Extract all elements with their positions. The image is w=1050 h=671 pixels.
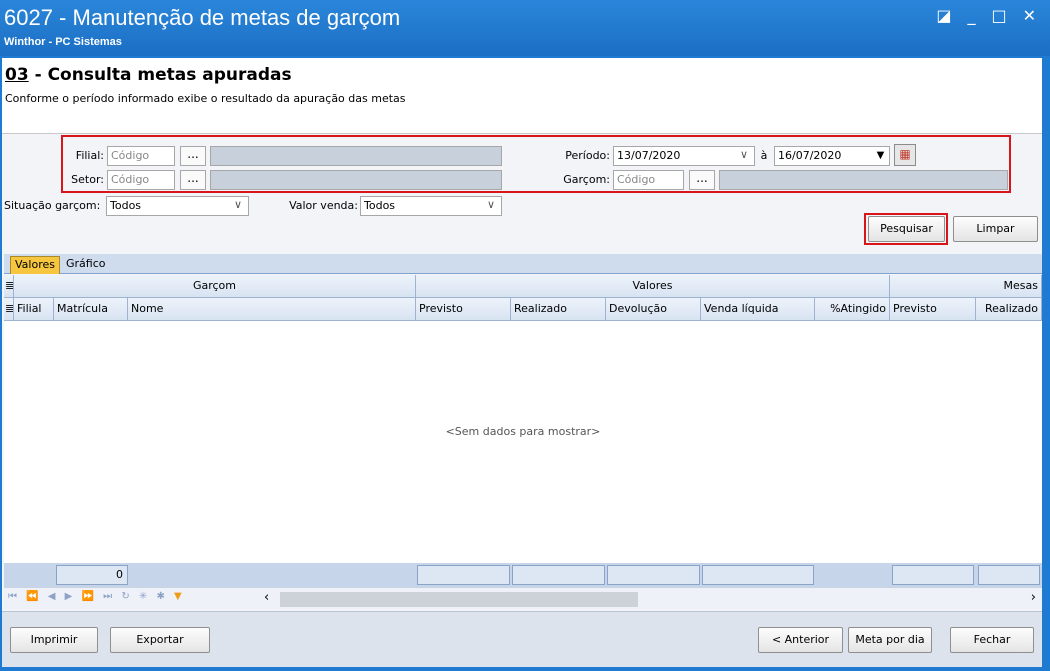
- scroll-left-arrow[interactable]: ‹: [264, 590, 269, 605]
- col-valores-previsto[interactable]: Previsto: [416, 298, 511, 321]
- setor-code-input[interactable]: Código: [107, 170, 175, 190]
- grid-band-header: ≣ Garçom Valores Mesas: [4, 275, 1042, 298]
- tab-grafico[interactable]: Gráfico: [62, 256, 110, 274]
- step-title-text: - Consulta metas apuradas: [28, 65, 292, 85]
- window-title: 6027 - Manutenção de metas de garçom: [4, 5, 401, 30]
- garcom-label: Garçom:: [563, 173, 610, 186]
- scroll-right-arrow[interactable]: ›: [1031, 590, 1036, 605]
- empty-grid-message: <Sem dados para mostrar>: [445, 425, 601, 438]
- exportar-button[interactable]: Exportar: [110, 627, 210, 653]
- col-mesas-previsto[interactable]: Previsto: [890, 298, 976, 321]
- horizontal-scroll-thumb[interactable]: [280, 592, 638, 607]
- footer-valores-realizado: [512, 565, 605, 585]
- col-venda-liquida[interactable]: Venda líquida: [701, 298, 815, 321]
- filial-label: Filial:: [75, 149, 104, 162]
- situacao-label: Situação garçom:: [4, 199, 101, 212]
- periodo-separator: à: [760, 149, 768, 162]
- imprimir-button[interactable]: Imprimir: [10, 627, 98, 653]
- step-description: Conforme o período informado exibe o res…: [5, 92, 406, 105]
- restore-icon[interactable]: ◪: [936, 6, 951, 25]
- minimize-icon[interactable]: _: [967, 6, 975, 25]
- bottom-toolbar: Imprimir Exportar < Anterior Meta por di…: [2, 611, 1042, 667]
- garcom-lookup-button[interactable]: ...: [689, 170, 715, 190]
- situacao-select[interactable]: Todos ∨: [106, 196, 249, 216]
- band-mesas: Mesas: [890, 275, 1042, 298]
- anterior-button[interactable]: < Anterior: [758, 627, 843, 653]
- grid-column-header: ≣ Filial Matrícula Nome Previsto Realiza…: [4, 298, 1042, 321]
- chevron-down-icon[interactable]: ∨: [487, 198, 495, 211]
- grid-navigator: ⏮ ⏪ ◀ ▶ ⏩ ⏭ ↻ ✳ ✱ ▼ ‹ ›: [4, 587, 1042, 609]
- setor-lookup-button[interactable]: ...: [180, 170, 206, 190]
- col-filial[interactable]: Filial: [14, 298, 54, 321]
- pesquisar-button[interactable]: Pesquisar: [868, 216, 945, 242]
- grid-footer: 0: [4, 563, 1042, 587]
- close-icon[interactable]: ✕: [1023, 6, 1036, 25]
- filial-description-field: [210, 146, 502, 166]
- footer-count: 0: [56, 565, 128, 585]
- setor-label: Setor:: [71, 173, 104, 186]
- periodo-end-dropdown[interactable]: ▼: [872, 147, 889, 165]
- filial-lookup-button[interactable]: ...: [180, 146, 206, 166]
- band-valores: Valores: [416, 275, 890, 298]
- valor-venda-label: Valor venda:: [289, 199, 358, 212]
- tab-valores[interactable]: Valores: [10, 256, 60, 274]
- title-bar: 6027 - Manutenção de metas de garçom Win…: [0, 0, 1050, 56]
- filter-icon[interactable]: ▼: [174, 591, 185, 602]
- grid-band-menu-icon[interactable]: ≣: [4, 275, 14, 298]
- filial-code-input[interactable]: Código: [107, 146, 175, 166]
- col-mesas-realizado[interactable]: Realizado: [976, 298, 1042, 321]
- footer-mesas-realizado: [978, 565, 1040, 585]
- situacao-value: Todos: [110, 199, 142, 212]
- garcom-code-input[interactable]: Código: [613, 170, 684, 190]
- limpar-button[interactable]: Limpar: [953, 216, 1038, 242]
- step-number: 03: [5, 65, 29, 85]
- footer-venda-liquida: [702, 565, 814, 585]
- col-atingido[interactable]: %Atingido: [815, 298, 890, 321]
- calendar-icon[interactable]: ▦: [894, 144, 916, 166]
- col-nome[interactable]: Nome: [128, 298, 416, 321]
- periodo-start-date[interactable]: 13/07/2020 ∨: [613, 146, 755, 166]
- periodo-start-value: 13/07/2020: [617, 149, 681, 162]
- meta-por-dia-button[interactable]: Meta por dia: [848, 627, 932, 653]
- step-title: 03 - Consulta metas apuradas: [5, 65, 292, 85]
- col-valores-realizado[interactable]: Realizado: [511, 298, 606, 321]
- window-controls: ◪ _ □ ✕: [936, 6, 1036, 25]
- periodo-end-value: 16/07/2020: [778, 149, 842, 162]
- maximize-icon[interactable]: □: [991, 6, 1006, 25]
- fechar-button[interactable]: Fechar: [950, 627, 1034, 653]
- client-area: 03 - Consulta metas apuradas Conforme o …: [2, 58, 1042, 667]
- periodo-label: Período:: [565, 149, 610, 162]
- step-header: 03 - Consulta metas apuradas Conforme o …: [2, 58, 1042, 134]
- chevron-down-icon[interactable]: ∨: [740, 148, 748, 161]
- col-matricula[interactable]: Matrícula: [54, 298, 128, 321]
- window-subtitle: Winthor - PC Sistemas: [4, 36, 122, 48]
- setor-description-field: [210, 170, 502, 190]
- valor-venda-select[interactable]: Todos ∨: [360, 196, 502, 216]
- results-grid: ≣ Garçom Valores Mesas ≣ Filial Matrícul…: [4, 275, 1042, 601]
- footer-valores-previsto: [417, 565, 510, 585]
- valor-venda-value: Todos: [364, 199, 396, 212]
- tab-strip: Valores Gráfico: [4, 254, 1042, 274]
- chevron-down-icon[interactable]: ∨: [234, 198, 242, 211]
- navigator-buttons[interactable]: ⏮ ⏪ ◀ ▶ ⏩ ⏭ ↻ ✳ ✱ ▼: [8, 591, 185, 602]
- column-chooser-icon[interactable]: ≣: [4, 298, 14, 321]
- app-window: 6027 - Manutenção de metas de garçom Win…: [0, 0, 1050, 671]
- footer-mesas-previsto: [892, 565, 974, 585]
- col-devolucao[interactable]: Devolução: [606, 298, 701, 321]
- footer-devolucao: [607, 565, 700, 585]
- band-garcom: Garçom: [14, 275, 416, 298]
- garcom-description-field: [719, 170, 1008, 190]
